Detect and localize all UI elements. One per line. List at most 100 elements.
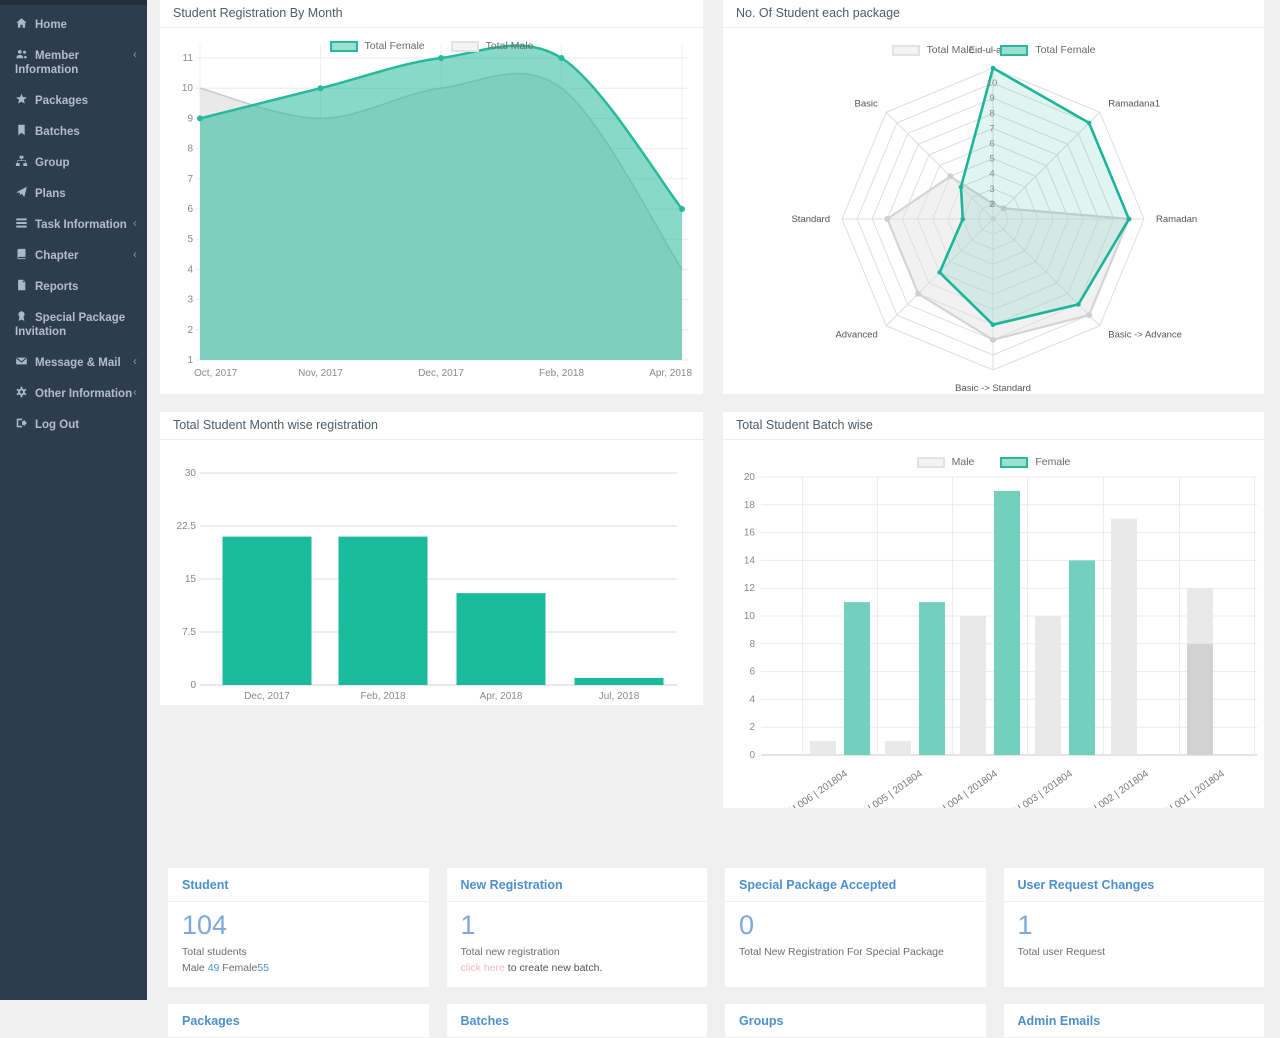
click-here-link[interactable]: click here <box>461 962 505 974</box>
card-groups: Groups <box>725 1004 986 1038</box>
chart-row-2: Total Student Month wise registration 07… <box>160 412 1264 808</box>
tasks-icon <box>15 217 28 229</box>
svg-text:Basic: Basic <box>855 99 878 110</box>
legend-swatch <box>917 457 945 468</box>
legend-swatch <box>892 45 920 56</box>
sidebar-item-message-mail[interactable]: ‹Message & Mail <box>0 347 147 378</box>
svg-text:Feb, 2018: Feb, 2018 <box>360 691 405 702</box>
sidebar-item-packages[interactable]: Packages <box>0 85 147 116</box>
card-admin-emails: Admin Emails <box>1004 1004 1265 1038</box>
sidebar-item-member-information[interactable]: ‹Member Information <box>0 40 147 85</box>
svg-text:2: 2 <box>749 722 755 733</box>
legend-item-total-female[interactable]: Total Female <box>330 40 425 52</box>
area-chart-body: Total FemaleTotal Male 1234567891011Oct,… <box>160 28 703 394</box>
card-line: Total new registration <box>461 944 694 960</box>
card-line: Total New Registration For Special Packa… <box>739 944 972 960</box>
legend-swatch <box>1000 457 1028 468</box>
svg-text:Oct, 2017: Oct, 2017 <box>194 368 238 379</box>
panel-title: Total Student Month wise registration <box>160 412 703 440</box>
legend-label: Male <box>952 456 975 468</box>
card-title: Admin Emails <box>1004 1004 1265 1038</box>
chart-legend: Male Female <box>723 456 1264 468</box>
file-icon <box>15 279 28 291</box>
sidebar-item-chapter[interactable]: ‹Chapter <box>0 240 147 271</box>
card-number: 1 <box>461 910 694 941</box>
paper-plane-icon <box>15 186 28 198</box>
card-user-request-changes: User Request Changes1Total user Request <box>1004 868 1265 987</box>
bar-chart: 07.51522.530Dec, 2017Feb, 2018Apr, 2018J… <box>160 440 703 705</box>
card-title: User Request Changes <box>1004 868 1265 902</box>
svg-text:10: 10 <box>744 611 756 622</box>
svg-text:16: 16 <box>744 528 756 539</box>
sidebar-item-task-information[interactable]: ‹Task Information <box>0 209 147 240</box>
link-cards-row: PackagesBatchesGroupsAdmin Emails <box>168 1004 1264 1038</box>
card-line: Male 49 Female55 <box>182 960 415 976</box>
svg-text:20: 20 <box>744 472 756 483</box>
card-line-text: to create new batch. <box>505 962 602 974</box>
sidebar-item-group[interactable]: Group <box>0 147 147 178</box>
sidebar-item-special-package-invitation[interactable]: Special Package Invitation <box>0 302 147 347</box>
users-icon <box>15 48 28 60</box>
sidebar: Home ‹Member InformationPackagesBatchesGr… <box>0 0 147 1000</box>
sidebar-item-label: Reports <box>35 281 78 293</box>
sidebar-item-label: Log Out <box>35 419 79 431</box>
sidebar-item-reports[interactable]: Reports <box>0 271 147 302</box>
card-title: Packages <box>168 1004 429 1038</box>
chevron-left-icon: ‹ <box>133 355 137 368</box>
bar-chart-body: 07.51522.530Dec, 2017Feb, 2018Apr, 2018J… <box>160 440 703 705</box>
svg-text:Apr, 2018: Apr, 2018 <box>480 691 523 702</box>
svg-text:15: 15 <box>185 574 197 585</box>
legend-item-total-male[interactable]: Total Male <box>892 44 975 56</box>
svg-text:12: 12 <box>744 583 756 594</box>
chart-legend: Total Female Total Male <box>160 40 703 52</box>
svg-text:Dec, 2017: Dec, 2017 <box>418 368 464 379</box>
svg-text:30: 30 <box>185 468 197 479</box>
svg-text:6: 6 <box>749 667 755 678</box>
chart-legend: Total Male Total Female <box>723 44 1264 56</box>
sidebar-item-plans[interactable]: Plans <box>0 178 147 209</box>
home-icon <box>15 17 28 29</box>
card-line-text: Total New Registration For Special Packa… <box>739 946 944 958</box>
radar-chart-svg: 2345678910Eid-ul-adhaRamadana1RamadanBas… <box>723 28 1264 394</box>
grouped-bar-chart: 02468101214161820BATCH 006 | 201804BATCH… <box>723 440 1264 808</box>
svg-text:10: 10 <box>987 78 998 89</box>
svg-text:BATCH 001 | 201804: BATCH 001 | 201804 <box>1143 768 1227 808</box>
panel-title: Student Registration By Month <box>160 0 703 28</box>
legend-item-female[interactable]: Female <box>1000 456 1070 468</box>
legend-label: Female <box>1035 456 1070 468</box>
sidebar-item-other-information[interactable]: ‹Other Information <box>0 378 147 409</box>
legend-item-total-female[interactable]: Total Female <box>1000 44 1095 56</box>
card-number: 0 <box>739 910 972 941</box>
card-title: Special Package Accepted <box>725 868 986 902</box>
legend-item-male[interactable]: Male <box>917 456 975 468</box>
legend-swatch <box>330 41 358 52</box>
card-title: Student <box>168 868 429 902</box>
svg-text:18: 18 <box>744 500 756 511</box>
legend-label: Total Male <box>486 40 534 52</box>
sidebar-item-log-out[interactable]: Log Out <box>0 409 147 440</box>
svg-text:8: 8 <box>989 108 994 119</box>
svg-text:4: 4 <box>187 264 193 275</box>
svg-text:6: 6 <box>989 139 994 150</box>
sidebar-item-home[interactable]: Home <box>0 9 147 40</box>
chevron-left-icon: ‹ <box>133 48 137 61</box>
book-icon <box>15 248 28 260</box>
sidebar-item-batches[interactable]: Batches <box>0 116 147 147</box>
panel-registration-by-month: Student Registration By Month Total Fema… <box>160 0 703 394</box>
logout-icon <box>15 417 28 429</box>
svg-text:5: 5 <box>187 234 193 245</box>
chevron-left-icon: ‹ <box>133 217 137 230</box>
card-line-text: Total students <box>182 946 247 958</box>
chevron-left-icon: ‹ <box>133 248 137 261</box>
card-line: Total students <box>182 944 415 960</box>
legend-item-total-male[interactable]: Total Male <box>451 40 534 52</box>
legend-label: Total Female <box>365 40 425 52</box>
panel-title: Total Student Batch wise <box>723 412 1264 440</box>
svg-text:3: 3 <box>187 295 193 306</box>
svg-text:11: 11 <box>183 53 194 64</box>
card-title: New Registration <box>447 868 708 902</box>
sidebar-item-label: Special Package Invitation <box>15 312 125 338</box>
sidebar-item-label: Home <box>35 19 67 31</box>
chart-row-1: Student Registration By Month Total Fema… <box>160 0 1264 394</box>
svg-text:2: 2 <box>989 199 994 210</box>
